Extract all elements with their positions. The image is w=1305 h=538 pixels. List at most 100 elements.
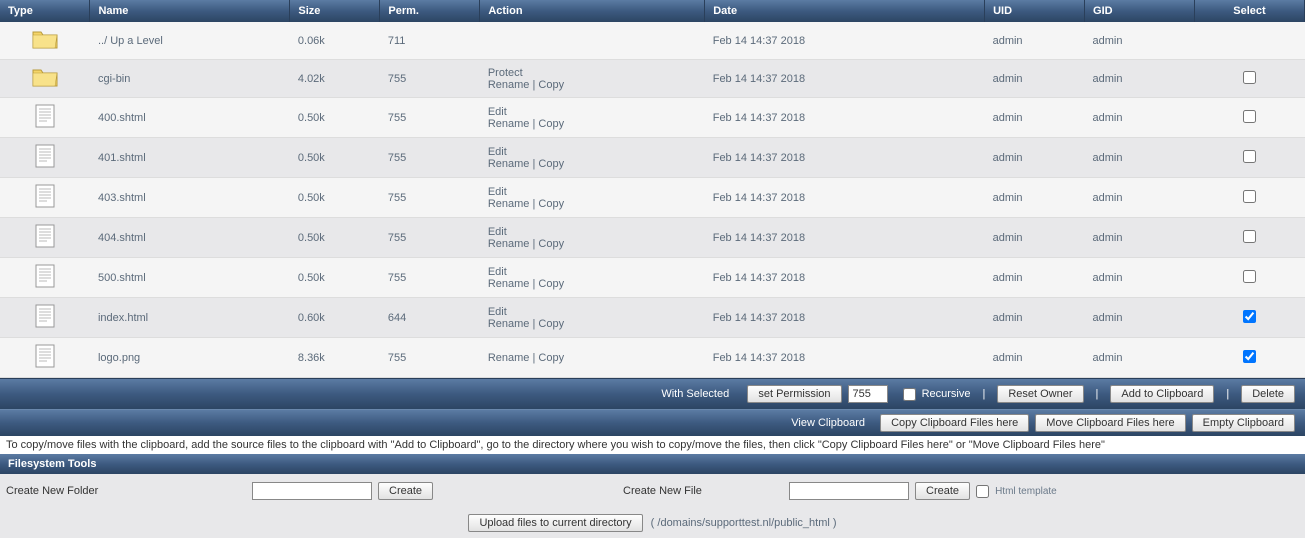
- select-checkbox[interactable]: [1243, 230, 1256, 243]
- table-row: 403.shtml0.50k755EditRename | CopyFeb 14…: [0, 178, 1305, 218]
- action-copy[interactable]: Copy: [538, 318, 564, 330]
- cell-select: [1194, 258, 1304, 298]
- reset-owner-button[interactable]: Reset Owner: [997, 385, 1083, 403]
- add-clipboard-button[interactable]: Add to Clipboard: [1110, 385, 1214, 403]
- cell-select: [1194, 298, 1304, 338]
- upload-button[interactable]: Upload files to current directory: [468, 514, 642, 532]
- create-folder-input[interactable]: [252, 482, 372, 500]
- cell-gid: admin: [1085, 22, 1195, 60]
- select-checkbox[interactable]: [1243, 190, 1256, 203]
- header-type[interactable]: Type: [0, 0, 90, 22]
- copy-here-button[interactable]: Copy Clipboard Files here: [880, 414, 1029, 432]
- header-action[interactable]: Action: [480, 0, 705, 22]
- select-checkbox[interactable]: [1243, 270, 1256, 283]
- view-clipboard-link[interactable]: View Clipboard: [791, 417, 865, 429]
- cell-uid: admin: [985, 22, 1085, 60]
- file-name-link[interactable]: 401.shtml: [98, 152, 146, 164]
- filesystem-tools-header: Filesystem Tools: [0, 454, 1305, 474]
- file-name-link[interactable]: ../ Up a Level: [98, 35, 163, 47]
- action-edit[interactable]: Edit: [488, 266, 507, 278]
- cell-perm: 755: [380, 60, 480, 98]
- filesystem-tools-row: Create New Folder Create Create New File…: [0, 474, 1305, 508]
- table-row: 500.shtml0.50k755EditRename | CopyFeb 14…: [0, 258, 1305, 298]
- action-edit[interactable]: Edit: [488, 306, 507, 318]
- action-edit[interactable]: Edit: [488, 146, 507, 158]
- separator: |: [982, 388, 985, 400]
- create-folder-button[interactable]: Create: [378, 482, 433, 500]
- create-file-input[interactable]: [789, 482, 909, 500]
- create-file-button[interactable]: Create: [915, 482, 970, 500]
- action-rename[interactable]: Rename: [488, 278, 530, 290]
- cell-gid: admin: [1085, 98, 1195, 138]
- clipboard-help-text: To copy/move files with the clipboard, a…: [0, 436, 1305, 454]
- file-icon: [0, 338, 90, 378]
- action-rename[interactable]: Rename: [488, 158, 530, 170]
- folder-icon: [0, 22, 90, 60]
- action-rename[interactable]: Rename: [488, 352, 530, 364]
- cell-size: 4.02k: [290, 60, 380, 98]
- action-rename[interactable]: Rename: [488, 79, 530, 91]
- cell-actions: ProtectRename | Copy: [480, 60, 705, 98]
- with-selected-label: With Selected: [661, 388, 729, 400]
- set-permission-button[interactable]: set Permission: [747, 385, 841, 403]
- action-rename[interactable]: Rename: [488, 198, 530, 210]
- select-checkbox[interactable]: [1243, 350, 1256, 363]
- cell-size: 0.60k: [290, 298, 380, 338]
- table-row: index.html0.60k644EditRename | CopyFeb 1…: [0, 298, 1305, 338]
- action-copy[interactable]: Copy: [538, 118, 564, 130]
- delete-button[interactable]: Delete: [1241, 385, 1295, 403]
- cell-perm: 755: [380, 138, 480, 178]
- cell-date: Feb 14 14:37 2018: [705, 298, 985, 338]
- html-template-checkbox[interactable]: [976, 485, 989, 498]
- cell-date: Feb 14 14:37 2018: [705, 60, 985, 98]
- action-edit[interactable]: Edit: [488, 106, 507, 118]
- action-copy[interactable]: Copy: [538, 352, 564, 364]
- cell-gid: admin: [1085, 258, 1195, 298]
- action-rename[interactable]: Rename: [488, 238, 530, 250]
- action-copy[interactable]: Copy: [538, 79, 564, 91]
- cell-size: 0.50k: [290, 98, 380, 138]
- file-name-link[interactable]: 400.shtml: [98, 112, 146, 124]
- action-copy[interactable]: Copy: [538, 238, 564, 250]
- header-gid[interactable]: GID: [1085, 0, 1195, 22]
- table-row: 401.shtml0.50k755EditRename | CopyFeb 14…: [0, 138, 1305, 178]
- cell-gid: admin: [1085, 338, 1195, 378]
- action-rename[interactable]: Rename: [488, 118, 530, 130]
- cell-gid: admin: [1085, 138, 1195, 178]
- header-select[interactable]: Select: [1194, 0, 1304, 22]
- header-size[interactable]: Size: [290, 0, 380, 22]
- select-checkbox[interactable]: [1243, 110, 1256, 123]
- action-edit[interactable]: Edit: [488, 226, 507, 238]
- table-row: ../ Up a Level0.06k711Feb 14 14:37 2018a…: [0, 22, 1305, 60]
- cell-gid: admin: [1085, 218, 1195, 258]
- action-rename[interactable]: Rename: [488, 318, 530, 330]
- file-name-link[interactable]: 404.shtml: [98, 232, 146, 244]
- cell-select: [1194, 138, 1304, 178]
- select-checkbox[interactable]: [1243, 310, 1256, 323]
- action-protect[interactable]: Protect: [488, 67, 523, 79]
- action-copy[interactable]: Copy: [538, 198, 564, 210]
- file-name-link[interactable]: 500.shtml: [98, 272, 146, 284]
- file-name-link[interactable]: 403.shtml: [98, 192, 146, 204]
- header-perm[interactable]: Perm.: [380, 0, 480, 22]
- file-icon: [0, 138, 90, 178]
- file-name-link[interactable]: cgi-bin: [98, 73, 130, 85]
- cell-uid: admin: [985, 218, 1085, 258]
- action-copy[interactable]: Copy: [538, 278, 564, 290]
- action-copy[interactable]: Copy: [538, 158, 564, 170]
- header-name[interactable]: Name: [90, 0, 290, 22]
- cell-gid: admin: [1085, 60, 1195, 98]
- header-uid[interactable]: UID: [985, 0, 1085, 22]
- file-name-link[interactable]: logo.png: [98, 352, 140, 364]
- move-here-button[interactable]: Move Clipboard Files here: [1035, 414, 1185, 432]
- empty-clipboard-button[interactable]: Empty Clipboard: [1192, 414, 1295, 432]
- select-checkbox[interactable]: [1243, 71, 1256, 84]
- action-edit[interactable]: Edit: [488, 186, 507, 198]
- file-name-link[interactable]: index.html: [98, 312, 148, 324]
- recursive-checkbox[interactable]: [903, 388, 916, 401]
- header-date[interactable]: Date: [705, 0, 985, 22]
- select-checkbox[interactable]: [1243, 150, 1256, 163]
- cell-date: Feb 14 14:37 2018: [705, 218, 985, 258]
- permission-input[interactable]: [848, 385, 888, 403]
- separator: |: [1096, 388, 1099, 400]
